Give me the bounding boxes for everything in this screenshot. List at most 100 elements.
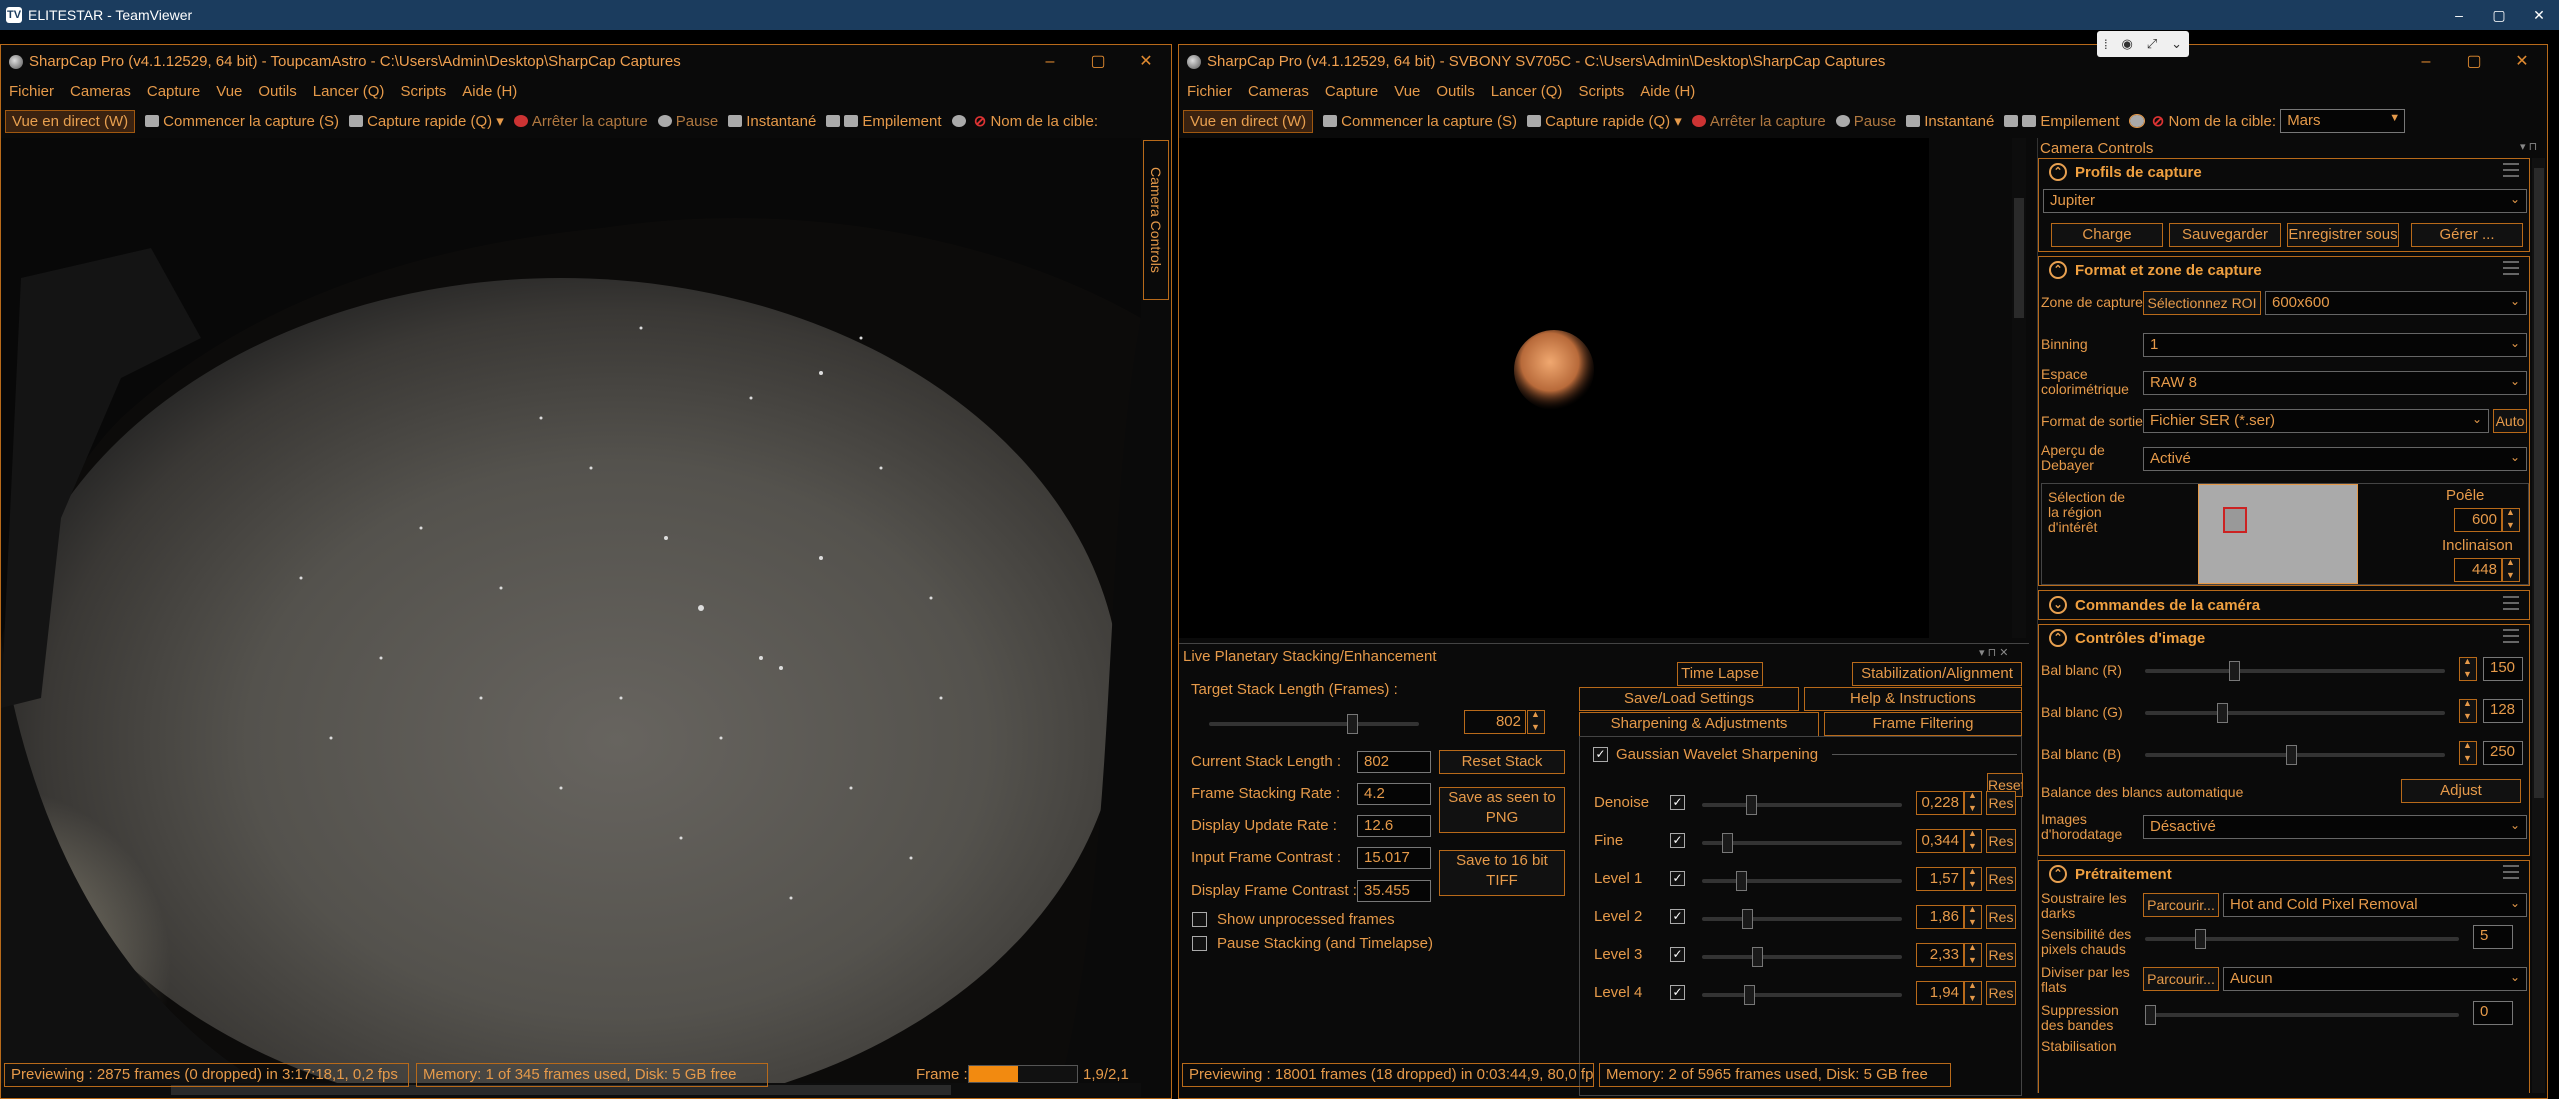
- menu-icon[interactable]: [2503, 261, 2519, 275]
- banding-slider[interactable]: [2145, 1005, 2459, 1025]
- load-profile-button[interactable]: Charge: [2051, 223, 2163, 247]
- wavelet-row-reset-button[interactable]: Res: [1986, 867, 2016, 891]
- wavelet-row-spinner[interactable]: [1964, 866, 1982, 891]
- darks-browse-button[interactable]: Parcourir...: [2143, 893, 2219, 917]
- scrollbar-thumb[interactable]: [2534, 168, 2544, 798]
- show-unprocessed-checkbox[interactable]: [1192, 912, 1207, 927]
- pause-stacking-checkbox[interactable]: [1192, 936, 1207, 951]
- fullscreen-icon[interactable]: ⤢: [2147, 36, 2157, 52]
- left-close-button[interactable]: ✕: [1121, 45, 1171, 78]
- profiles-header[interactable]: ⌃ Profils de capture: [2039, 159, 2529, 185]
- slider-thumb[interactable]: [1347, 714, 1358, 734]
- tab-stabilization[interactable]: Stabilization/Alignment: [1852, 662, 2022, 686]
- stack-button[interactable]: Empilement: [826, 113, 942, 130]
- stop-capture-button[interactable]: Arrêter la capture: [513, 113, 648, 130]
- flats-browse-button[interactable]: Parcourir...: [2143, 967, 2219, 991]
- camera-commands-header[interactable]: ⌄ Commandes de la caméra: [2039, 592, 2529, 618]
- wavelet-row-slider[interactable]: [1702, 871, 1902, 891]
- menu-lancer[interactable]: Lancer (Q): [313, 83, 385, 100]
- drag-handle-icon[interactable]: ⁞: [2104, 37, 2108, 52]
- wavelet-row-checkbox[interactable]: ✓: [1670, 871, 1685, 886]
- wavelet-row-checkbox[interactable]: ✓: [1670, 795, 1685, 810]
- menu-vue[interactable]: Vue: [1394, 83, 1420, 100]
- scrollbar-thumb[interactable]: [2014, 198, 2024, 318]
- wavelet-row-reset-button[interactable]: Res: [1986, 791, 2016, 815]
- tab-frame-filtering[interactable]: Frame Filtering: [1824, 712, 2022, 736]
- right-preview-image[interactable]: [1179, 138, 1929, 638]
- wavelet-row-spinner[interactable]: [1964, 942, 1982, 967]
- start-capture-button[interactable]: Commencer la capture (S): [145, 113, 339, 130]
- wavelet-row-slider[interactable]: [1702, 985, 1902, 1005]
- preview-vertical-scrollbar[interactable]: [2012, 138, 2026, 638]
- save-profile-button[interactable]: Sauvegarder: [2169, 223, 2281, 247]
- auto-button[interactable]: Auto: [2493, 409, 2527, 433]
- tab-help[interactable]: Help & Instructions: [1804, 687, 2022, 711]
- start-capture-button[interactable]: Commencer la capture (S): [1323, 113, 1517, 130]
- panel-pin-icon[interactable]: ▾ ⊓ ✕: [1979, 646, 2008, 659]
- wavelet-row-reset-button[interactable]: Res: [1986, 981, 2016, 1005]
- session-icon[interactable]: ◉: [2122, 36, 2133, 52]
- minimize-icon[interactable]: –: [2439, 0, 2479, 30]
- menu-aide[interactable]: Aide (H): [462, 83, 517, 100]
- camera-controls-side-tab[interactable]: Camera Controls: [1143, 140, 1169, 300]
- right-maximize-button[interactable]: ▢: [2449, 45, 2499, 78]
- target-stack-spinner[interactable]: [1527, 709, 1545, 734]
- tilt-input[interactable]: 448: [2454, 558, 2502, 582]
- wavelet-row-checkbox[interactable]: ✓: [1670, 985, 1685, 1000]
- menu-lancer[interactable]: Lancer (Q): [1491, 83, 1563, 100]
- target-stack-input[interactable]: 802: [1464, 710, 1526, 734]
- tab-sharpening[interactable]: Sharpening & Adjustments: [1579, 712, 1819, 736]
- moon-icon[interactable]: [2128, 114, 2145, 128]
- manage-profile-button[interactable]: Gérer ...: [2411, 223, 2523, 247]
- slider-thumb[interactable]: [2195, 929, 2206, 949]
- menu-scripts[interactable]: Scripts: [400, 83, 446, 100]
- panel-pin-icon[interactable]: ▾ ⊓: [2520, 140, 2537, 153]
- chevron-down-icon[interactable]: ▾: [496, 112, 504, 130]
- menu-icon[interactable]: [2503, 163, 2519, 177]
- debayer-select[interactable]: Activé ⌄: [2143, 447, 2527, 471]
- chevron-down-icon[interactable]: ▾: [1674, 112, 1682, 130]
- wb-row-slider[interactable]: [2145, 703, 2445, 723]
- right-minimize-button[interactable]: –: [2401, 45, 2451, 78]
- output-format-select[interactable]: Fichier SER (*.ser) ⌄: [2143, 409, 2489, 433]
- colorspace-select[interactable]: RAW 8 ⌄: [2143, 371, 2527, 395]
- wb-row-slider[interactable]: [2145, 661, 2445, 681]
- snapshot-button[interactable]: Instantané: [728, 113, 816, 130]
- wavelet-row-value[interactable]: 0,228: [1916, 791, 1964, 815]
- menu-vue[interactable]: Vue: [216, 83, 242, 100]
- pause-button[interactable]: Pause: [1835, 113, 1896, 130]
- slider-thumb[interactable]: [2217, 703, 2228, 723]
- wavelet-checkbox[interactable]: ✓: [1593, 747, 1608, 762]
- tab-time-lapse[interactable]: Time Lapse: [1677, 662, 1763, 686]
- menu-scripts[interactable]: Scripts: [1578, 83, 1624, 100]
- menu-aide[interactable]: Aide (H): [1640, 83, 1695, 100]
- save-tiff-button[interactable]: Save to 16 bit TIFF: [1439, 850, 1565, 896]
- menu-cameras[interactable]: Cameras: [1248, 83, 1309, 100]
- reset-stack-button[interactable]: Reset Stack: [1439, 750, 1565, 774]
- wb-row-value[interactable]: 150: [2483, 657, 2523, 681]
- menu-outils[interactable]: Outils: [258, 83, 296, 100]
- roi-rectangle[interactable]: [2223, 507, 2247, 533]
- wb-row-spinner[interactable]: [2459, 698, 2477, 723]
- roi-select[interactable]: 600x600 ⌄: [2265, 291, 2527, 315]
- wavelet-row-checkbox[interactable]: ✓: [1670, 909, 1685, 924]
- slider-thumb[interactable]: [2145, 1005, 2156, 1025]
- wavelet-row-spinner[interactable]: [1964, 790, 1982, 815]
- maximize-icon[interactable]: ▢: [2479, 0, 2519, 30]
- pause-button[interactable]: Pause: [657, 113, 718, 130]
- pan-spinner[interactable]: [2502, 507, 2520, 532]
- quick-capture-button[interactable]: Capture rapide (Q) ▾: [349, 112, 504, 130]
- teamviewer-floating-toolbar[interactable]: ⁞ ◉ ⤢ ⌄: [2097, 31, 2189, 57]
- moon-icon[interactable]: [951, 115, 966, 127]
- snapshot-button[interactable]: Instantané: [1906, 113, 1994, 130]
- wavelet-row-spinner[interactable]: [1964, 980, 1982, 1005]
- pan-input[interactable]: 600: [2454, 508, 2502, 532]
- wavelet-row-value[interactable]: 1,94: [1916, 981, 1964, 1005]
- slider-thumb[interactable]: [2229, 661, 2240, 681]
- wb-row-spinner[interactable]: [2459, 740, 2477, 765]
- menu-capture[interactable]: Capture: [147, 83, 200, 100]
- adjust-button[interactable]: Adjust: [2401, 779, 2521, 803]
- left-minimize-button[interactable]: –: [1025, 45, 1075, 78]
- slider-thumb[interactable]: [1746, 795, 1757, 815]
- slider-thumb[interactable]: [1742, 909, 1753, 929]
